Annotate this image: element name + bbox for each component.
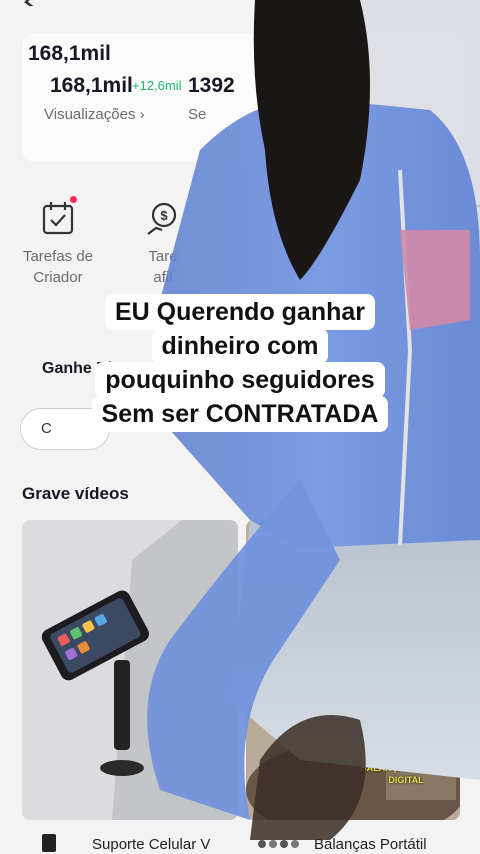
notification-dot <box>70 196 77 203</box>
views-value: 168,1mil <box>28 42 111 65</box>
task-tile-third[interactable]: Ta Re <box>430 200 480 288</box>
product-title-scale[interactable]: Balanças Portátil <box>314 836 427 853</box>
caption-line: Sem ser CONTRATADA <box>91 396 389 432</box>
task-tile-creator[interactable]: Tarefas de Criador <box>13 196 103 288</box>
product-title-phone-holder[interactable]: Suporte Celular V <box>92 836 210 853</box>
scale-thumb-icon <box>258 840 299 848</box>
second-stat-label[interactable]: Se <box>188 106 206 123</box>
task-label: Tarefas de Criador <box>22 248 94 286</box>
views-value-display: 168,1mil <box>50 74 133 97</box>
record-videos-title: Grave vídeos <box>22 484 129 503</box>
caption-line: dinheiro com <box>151 328 329 364</box>
task-tile-affiliate[interactable]: $ Tare afil <box>118 200 208 288</box>
task-icon <box>458 200 480 236</box>
second-stat-value: 1392 <box>188 74 235 97</box>
video-watermark: BALANÇA PORTÁTIL DIGITAL <box>360 763 452 785</box>
affiliate-money-icon: $ <box>146 200 180 236</box>
phone-holder-thumb-icon <box>42 834 56 852</box>
phone-holder-image <box>22 520 238 820</box>
caption-line: pouquinho seguidores <box>95 362 385 398</box>
views-delta: +12,6mil <box>132 78 182 93</box>
caption-line: EU Querendo ganhar <box>104 294 376 330</box>
task-label: Tare afil <box>148 248 178 286</box>
product-card-phone-holder[interactable] <box>22 520 238 820</box>
back-icon[interactable] <box>22 0 44 6</box>
svg-text:$: $ <box>160 208 168 223</box>
video-caption: EU Querendo ganhar dinheiro com pouquinh… <box>0 294 480 432</box>
task-label: Ta Re <box>465 248 480 286</box>
views-link[interactable]: Visualizações › <box>44 106 145 123</box>
calendar-check-icon <box>41 196 77 236</box>
